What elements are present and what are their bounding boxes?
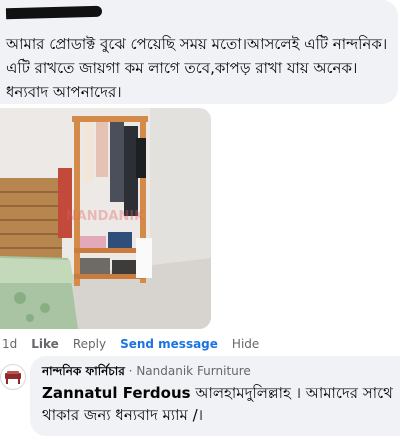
comment-time[interactable]: 1d xyxy=(2,337,17,351)
reply-button[interactable]: Reply xyxy=(73,337,106,351)
send-message-button[interactable]: Send message xyxy=(120,337,218,351)
furniture-logo-icon xyxy=(5,371,21,384)
photo-watermark: NANDANIK xyxy=(66,209,145,224)
reply-author: নান্দনিক ফার্নিচার · Nandanik Furniture xyxy=(42,363,251,379)
comment-thread: আমার প্রোডাক্ট বুঝে পেয়েছি সময় মতো।আসল… xyxy=(0,0,400,440)
reply-author-name[interactable]: নান্দনিক ফার্নিচার xyxy=(42,364,125,378)
hide-button[interactable]: Hide xyxy=(232,337,259,351)
comment-actions: 1d Like Reply Send message Hide xyxy=(2,336,273,352)
comment-text: আমার প্রোডাক্ট বুঝে পেয়েছি সময় মতো।আসল… xyxy=(6,35,388,101)
reply-page-name[interactable]: Nandanik Furniture xyxy=(136,364,251,378)
reply-separator: · xyxy=(128,364,133,378)
reply-mention[interactable]: Zannatul Ferdous xyxy=(42,384,191,402)
image-icon: NANDANIK xyxy=(0,108,211,329)
reply-bubble: নান্দনিক ফার্নিচার · Nandanik Furniture … xyxy=(30,356,400,436)
comment-bubble: আমার প্রোডাক্ট বুঝে পেয়েছি সময় মতো।আসল… xyxy=(0,0,398,104)
redacted-commenter-name xyxy=(5,5,103,20)
comment-photo[interactable]: NANDANIK xyxy=(0,108,211,329)
like-button[interactable]: Like xyxy=(31,337,59,351)
reply-text: Zannatul Ferdous আলহামদুলিল্লাহ । আমাদের… xyxy=(42,382,394,426)
page-avatar[interactable] xyxy=(0,364,26,390)
